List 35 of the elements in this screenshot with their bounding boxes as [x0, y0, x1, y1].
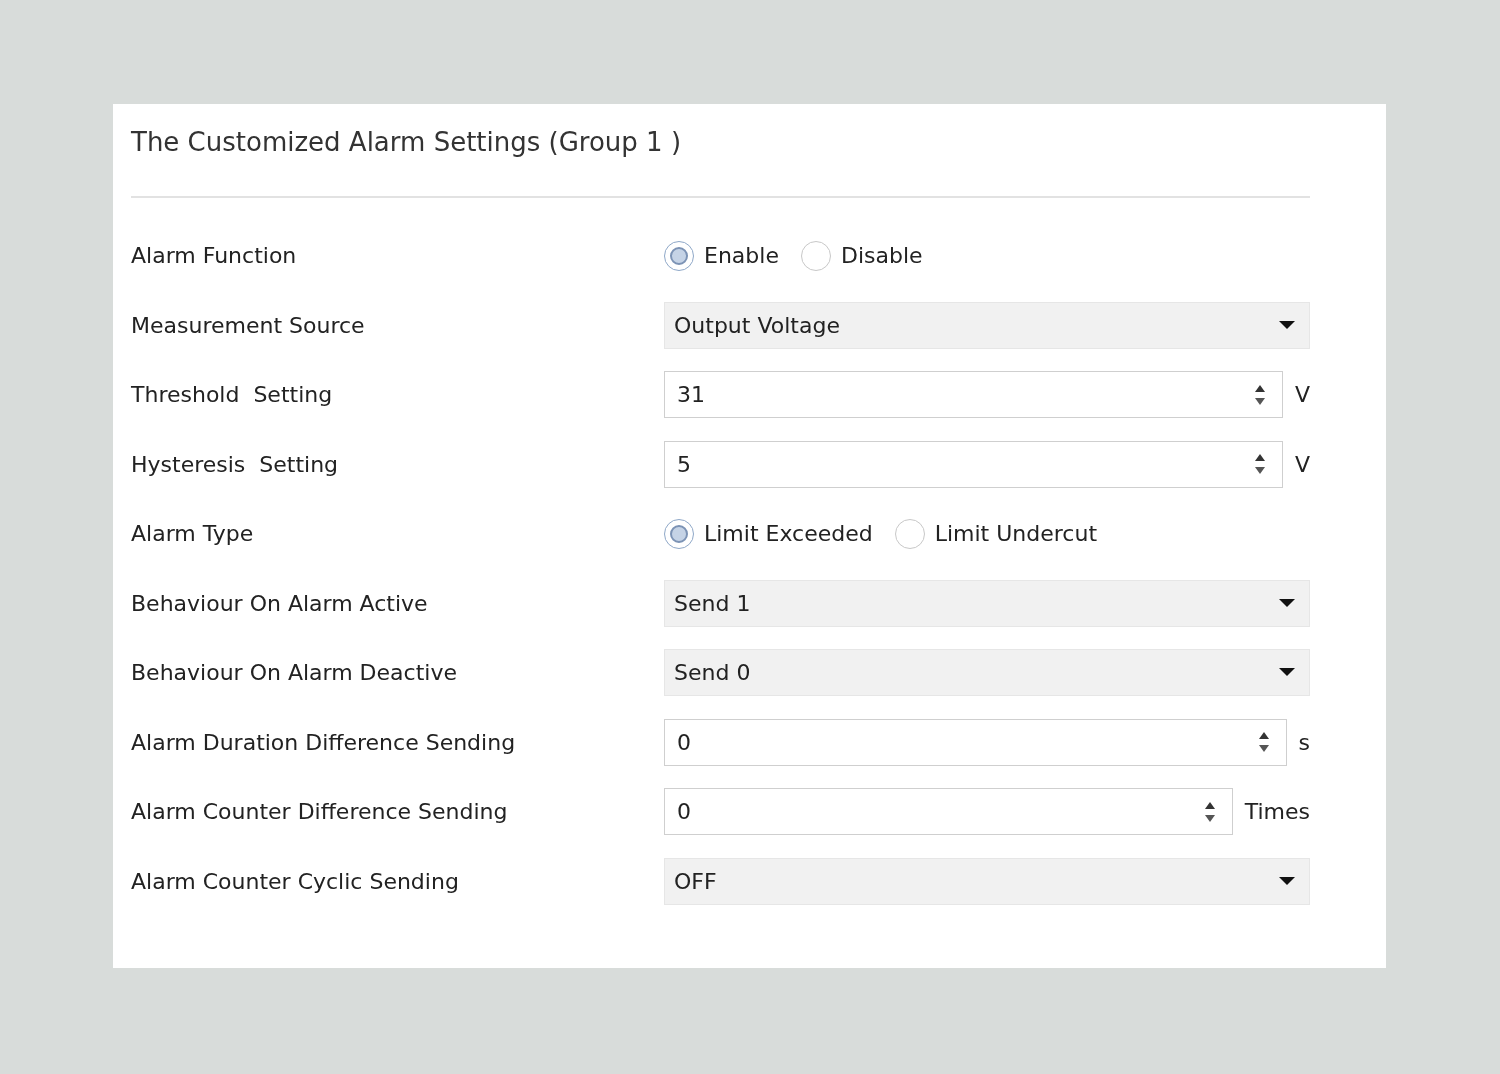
unit-label: Times	[1244, 799, 1310, 825]
number-field[interactable]: 0	[664, 718, 1287, 766]
field-label: Alarm Counter Cyclic Sending	[131, 868, 460, 894]
dropdown[interactable]: Send 0	[664, 649, 1310, 697]
radio-label[interactable]: Limit Undercut	[934, 521, 1097, 547]
field-label: Alarm Counter Difference Sending	[131, 799, 509, 825]
caret-icon	[1279, 598, 1295, 608]
dropdown[interactable]: OFF	[664, 857, 1310, 905]
number-field[interactable]: 5	[664, 440, 1283, 488]
caret-icon	[1279, 876, 1295, 886]
radio-button[interactable]	[664, 518, 694, 549]
caret-icon	[1279, 668, 1295, 678]
field-label: Behaviour On Alarm Deactive	[131, 660, 458, 686]
radio-button[interactable]	[664, 240, 694, 271]
radio-label[interactable]: Limit Exceeded	[704, 521, 873, 547]
field-label: Threshold Setting	[131, 382, 334, 408]
field-label: Alarm Type	[131, 521, 255, 547]
radio-label[interactable]: Enable	[704, 243, 779, 269]
field-label: Measurement Source	[131, 312, 366, 338]
number-field[interactable]: 31	[664, 371, 1283, 419]
field-label: Hysteresis Setting	[131, 451, 340, 477]
panel-title: The Customized Alarm Settings (Group 1 )	[131, 126, 683, 159]
field-label: Alarm Duration Difference Sending	[131, 729, 517, 755]
caret-icon	[1279, 320, 1295, 330]
unit-label: V	[1294, 451, 1310, 477]
unit-label: V	[1294, 382, 1310, 408]
field-label: Alarm Function	[131, 243, 298, 269]
dropdown[interactable]: Send 1	[664, 579, 1310, 627]
number-field[interactable]: 0	[664, 788, 1233, 836]
field-label: Behaviour On Alarm Active	[131, 590, 429, 616]
radio-button[interactable]	[894, 518, 925, 549]
dropdown[interactable]: Output Voltage	[664, 301, 1310, 349]
radio-button[interactable]	[800, 240, 831, 271]
radio-label[interactable]: Disable	[840, 243, 923, 269]
unit-label: s	[1298, 729, 1310, 755]
